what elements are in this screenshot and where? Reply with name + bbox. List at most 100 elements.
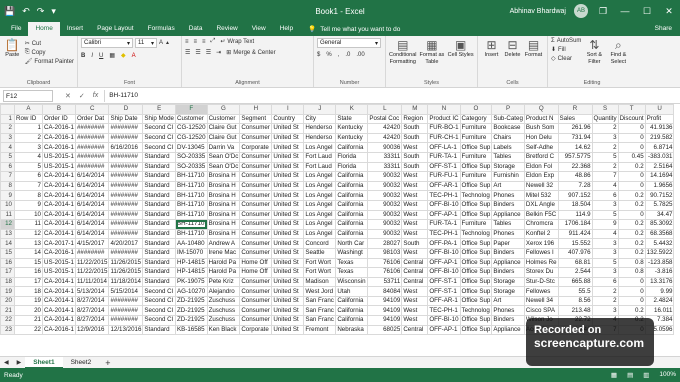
column-header[interactable]: T (617, 104, 646, 115)
cell[interactable]: 3 (591, 132, 619, 144)
column-header[interactable]: B (42, 104, 76, 115)
cell[interactable]: California (335, 180, 369, 192)
paste-button[interactable]: 📋 Paste (3, 38, 22, 65)
cell[interactable]: Sub-Categ (491, 113, 525, 125)
cell[interactable]: California (335, 228, 369, 240)
cell[interactable]: Florida (335, 161, 369, 173)
customize-qat-icon[interactable]: ▾ (51, 6, 56, 17)
cell[interactable]: CG-12520 (175, 132, 208, 144)
cell[interactable]: Country (271, 113, 305, 125)
cell[interactable]: CA-2014-1 (42, 228, 76, 240)
cell[interactable]: Furniture (459, 132, 493, 144)
cell[interactable]: ######## (74, 151, 110, 163)
merge-center-button[interactable]: ⊞ Merge & Center (226, 49, 275, 57)
cell[interactable]: Office Sup (459, 295, 493, 307)
next-sheet-icon[interactable]: ▶ (13, 359, 26, 366)
cell[interactable]: Office Sup (459, 209, 493, 221)
column-header[interactable]: H (239, 104, 273, 115)
cell[interactable]: 68.3568 (644, 228, 675, 240)
fill-button[interactable]: ⬇ Fill (551, 46, 581, 54)
cell[interactable]: 90036 (367, 142, 403, 153)
cell[interactable]: FUR-CH-1 (427, 132, 461, 144)
column-header[interactable]: Q (523, 104, 559, 115)
cell-styles-button[interactable]: ▣ Cell Styles (447, 38, 474, 65)
cell[interactable]: 0 (617, 180, 646, 192)
cell[interactable]: Product IC (427, 113, 461, 125)
align-left-icon[interactable]: ☰ (185, 49, 190, 56)
cell[interactable]: 2 (14, 132, 43, 144)
cell[interactable]: CA-2017-1 (42, 238, 76, 249)
cell[interactable]: 14 (14, 247, 43, 259)
cell[interactable]: 0 (617, 132, 646, 144)
cell[interactable]: Home Off (239, 257, 273, 269)
cell[interactable]: 68025 (367, 324, 403, 336)
cell[interactable]: SO-20335 (175, 151, 208, 163)
cell[interactable]: 9 (591, 219, 619, 230)
cell[interactable]: 2 (591, 161, 619, 173)
cell[interactable]: Utah (335, 286, 369, 297)
cell[interactable]: Central (401, 276, 429, 288)
cell[interactable]: 90032 (367, 190, 403, 201)
cell[interactable]: Brosina H (206, 171, 241, 182)
cut-button[interactable]: ✂ Cut (25, 40, 74, 48)
cell[interactable]: ######## (74, 247, 110, 259)
cell[interactable]: Texas (335, 257, 369, 269)
cell[interactable]: Profit (644, 113, 675, 125)
cell[interactable]: US-2015-1 (42, 267, 76, 278)
cell[interactable]: Consumer (239, 180, 273, 192)
cell[interactable]: Ship Mode (142, 113, 177, 125)
cell[interactable]: Technolog (459, 305, 493, 317)
cell[interactable]: 12/13/2016 (108, 324, 144, 336)
cell[interactable]: United St (271, 295, 305, 307)
cell[interactable]: Wisconsin (335, 276, 369, 288)
cell[interactable]: 0.2 (617, 238, 646, 249)
cell[interactable]: 0.2 (617, 247, 646, 259)
row-header[interactable]: 18 (0, 276, 15, 288)
cell[interactable]: BH-11710 (175, 228, 208, 240)
cell[interactable]: 53711 (367, 276, 403, 288)
cell[interactable]: Paper (491, 238, 525, 249)
cell[interactable]: Central (401, 257, 429, 269)
cell[interactable]: Texas (335, 267, 369, 278)
cell[interactable]: 13.3176 (644, 276, 675, 288)
cell[interactable]: 22 (14, 324, 43, 336)
cell[interactable]: 68.81 (557, 257, 593, 269)
cell[interactable]: West Jord (303, 286, 337, 297)
save-icon[interactable]: 💾 (4, 6, 15, 17)
column-header[interactable]: F (175, 104, 208, 115)
cell[interactable]: Second Cl (142, 132, 177, 144)
cell[interactable]: ######## (108, 132, 144, 144)
cell[interactable]: 94109 (367, 315, 403, 326)
cell[interactable]: Labels (491, 142, 525, 153)
cell[interactable]: 10 (14, 209, 43, 221)
cell[interactable]: Standard (142, 180, 177, 192)
cell[interactable]: Appliance (491, 257, 525, 269)
cell[interactable]: Consumer (239, 161, 273, 173)
cell[interactable]: Consumer (239, 123, 273, 134)
cell[interactable]: ######## (108, 247, 144, 259)
cell[interactable]: Category (459, 113, 493, 125)
cell[interactable]: DV-13045 (175, 142, 208, 153)
cell[interactable]: 8.56 (557, 295, 593, 307)
cell[interactable]: West (401, 295, 429, 307)
row-header[interactable]: 16 (0, 257, 15, 269)
cell[interactable]: 0 (617, 276, 646, 288)
cell[interactable]: Harold Pa (206, 267, 241, 278)
cell[interactable]: Consumer (239, 276, 273, 288)
cell[interactable]: 90032 (367, 180, 403, 192)
cell[interactable]: 2 (591, 295, 619, 307)
orientation-icon[interactable]: ⤢ (211, 38, 216, 45)
cell[interactable]: United St (271, 180, 305, 192)
worksheet-grid[interactable]: ABCDEFGHIJKLMNOPQRSTU 1 Row ID Order ID Ord… (0, 104, 680, 354)
cell[interactable]: OFF-AR-1 (427, 180, 461, 192)
underline-button[interactable]: U (99, 52, 103, 59)
cell[interactable]: 1706.184 (557, 219, 593, 230)
cell[interactable]: OFF-ST-1 (427, 161, 461, 173)
cell[interactable]: Furniture (459, 219, 493, 230)
cell[interactable]: West (401, 247, 429, 259)
cell[interactable]: Claire Gut (206, 132, 241, 144)
cell[interactable]: 6/14/2014 (74, 171, 110, 182)
cell[interactable]: Consumer (239, 209, 273, 221)
cell[interactable]: Standard (142, 209, 177, 221)
cell[interactable]: 2.5164 (644, 161, 675, 173)
